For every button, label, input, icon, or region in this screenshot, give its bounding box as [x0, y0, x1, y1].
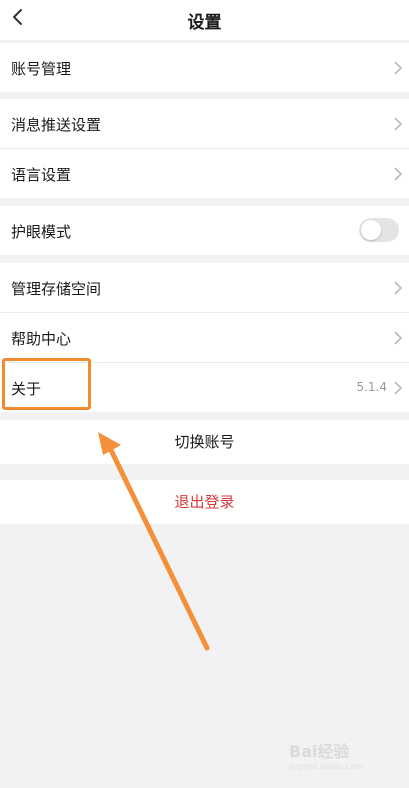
logout-button[interactable]: 退出登录	[0, 480, 409, 524]
chevron-right-icon	[394, 167, 403, 181]
eye-care-group: 护眼模式	[0, 206, 409, 255]
version-text: 5.1.4	[356, 380, 387, 394]
chevron-right-icon	[394, 281, 403, 295]
account-manage-row[interactable]: 账号管理	[0, 43, 409, 92]
highlight-annotation	[2, 358, 91, 410]
account-group: 账号管理	[0, 43, 409, 92]
chevron-right-icon	[394, 331, 403, 345]
eye-care-row: 护眼模式	[0, 206, 409, 255]
watermark-url: jingyan.baidu.com	[289, 762, 363, 771]
help-center-row[interactable]: 帮助中心	[0, 313, 409, 363]
eye-care-toggle[interactable]	[359, 218, 399, 242]
language-settings-label: 语言设置	[11, 166, 72, 184]
help-center-label: 帮助中心	[11, 330, 72, 348]
chevron-right-icon	[394, 117, 403, 131]
push-settings-row[interactable]: 消息推送设置	[0, 99, 409, 149]
watermark: Bai经验 jingyan.baidu.com	[289, 738, 379, 778]
storage-row[interactable]: 管理存储空间	[0, 263, 409, 313]
push-settings-label: 消息推送设置	[11, 116, 102, 134]
switch-account-button[interactable]: 切换账号	[0, 420, 409, 464]
notification-group: 消息推送设置 语言设置	[0, 99, 409, 198]
eye-care-label: 护眼模式	[11, 223, 72, 241]
toggle-knob	[361, 220, 381, 240]
nav-bar: 设置	[0, 0, 409, 40]
language-settings-row[interactable]: 语言设置	[0, 149, 409, 198]
page-title: 设置	[187, 13, 222, 33]
watermark-brand: Bai经验	[289, 742, 350, 761]
account-manage-label: 账号管理	[11, 60, 72, 78]
chevron-right-icon	[394, 61, 403, 75]
storage-label: 管理存储空间	[11, 280, 102, 298]
chevron-right-icon	[394, 381, 403, 395]
